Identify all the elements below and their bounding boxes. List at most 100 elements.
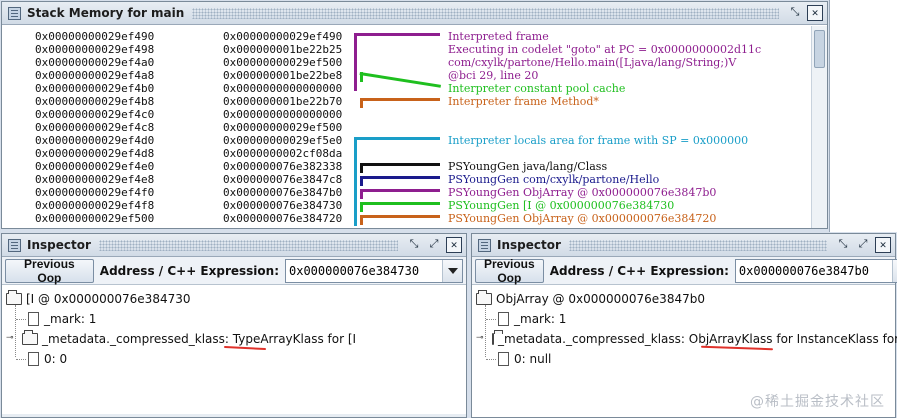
oop-tree: ObjArray @ 0x000000076e3847b0 _mark: 1 ⊸…	[472, 285, 897, 369]
scrollbar-thumb[interactable]	[814, 30, 825, 68]
folder-icon	[6, 290, 22, 305]
stack-address: 0x00000000029ef4c8	[35, 121, 155, 134]
restore-icon[interactable]: ⤡	[406, 237, 422, 253]
stack-value: 0x000000001be22b25	[223, 43, 343, 56]
inspector-titlebar[interactable]: Inspector ⤡ ⤢ ✕	[472, 234, 895, 257]
annotation-text: PSYoungGen java/lang/Class	[448, 160, 608, 173]
tree-node[interactable]: _mark: 1	[2, 309, 466, 329]
stack-address: 0x00000000029ef4d0	[35, 134, 155, 147]
class-bracket-top	[360, 163, 440, 166]
expand-handle-icon[interactable]: ⊸	[6, 333, 15, 343]
expression-label: Address / C++ Expression:	[549, 263, 729, 278]
expression-input[interactable]	[286, 259, 442, 282]
chevron-down-icon[interactable]	[891, 259, 897, 282]
file-icon	[498, 352, 509, 366]
inspector-toolbar: Previous Oop Address / C++ Expression:	[2, 257, 466, 285]
tree-node-label: 0: 0	[44, 352, 68, 366]
close-icon[interactable]: ✕	[807, 5, 823, 21]
expression-input[interactable]	[735, 259, 892, 282]
tree-node-expandable[interactable]: ⊸ _metadata._compressed_klass: ObjArrayK…	[472, 329, 897, 349]
objarray2-bracket-top	[360, 215, 440, 218]
close-icon[interactable]: ✕	[875, 237, 891, 253]
tree-node-label: ObjArray @ 0x000000076e3847b0	[496, 292, 705, 306]
chevron-down-icon[interactable]	[442, 259, 462, 282]
window-icon	[8, 238, 21, 252]
locals-bracket-top	[354, 137, 440, 140]
stack-value: 0x000000076e384730	[223, 199, 343, 212]
expression-combobox[interactable]	[734, 258, 897, 283]
stack-address: 0x00000000029ef4f8	[35, 199, 155, 212]
tree-node-label: 0: null	[514, 352, 552, 366]
stack-address: 0x00000000029ef4e8	[35, 173, 155, 186]
stack-value: 0x000000076e382338	[223, 160, 343, 173]
file-icon	[28, 312, 39, 326]
restore-icon[interactable]: ⤡	[835, 237, 851, 253]
annotation-text: PSYoungGen ObjArray @ 0x000000076e3847b0	[448, 186, 717, 199]
stack-value: 0x0000000002cf08da	[223, 147, 343, 160]
cpcache-pointer	[359, 72, 441, 88]
inspector-toolbar: Previous Oop Address / C++ Expression:	[472, 257, 897, 285]
stack-value: 0x000000076e3847c8	[223, 173, 343, 186]
file-icon	[498, 312, 509, 326]
inspector-title: Inspector	[27, 238, 91, 252]
window-icon	[8, 6, 21, 20]
maximize-icon[interactable]: ⤢	[855, 237, 871, 253]
stack-address: 0x00000000029ef498	[35, 43, 155, 56]
stack-memory-table: 0x00000000029ef490 0x00000000029ef490 0x0…	[2, 26, 811, 228]
inspector-titlebar[interactable]: Inspector ⤡ ⤢ ✕	[2, 234, 466, 257]
tree-node-label: _mark: 1	[44, 312, 97, 326]
annotation-text: Interpreter locals area for frame with S…	[448, 134, 749, 147]
previous-oop-button[interactable]: Previous Oop	[5, 257, 94, 285]
annotation-text: Interpreted frame	[448, 30, 549, 43]
annotation-text: Interpreter frame Method*	[448, 95, 599, 108]
close-icon[interactable]: ✕	[446, 237, 462, 253]
tree-node[interactable]: _mark: 1	[472, 309, 895, 329]
stack-address: 0x00000000029ef4e0	[35, 160, 155, 173]
tree-node-label: _metadata._compressed_klass: TypeArrayKl…	[42, 332, 357, 346]
expression-label: Address / C++ Expression:	[99, 263, 279, 278]
stack-memory-title: Stack Memory for main	[27, 6, 185, 20]
stack-value: 0x0000000000000000	[223, 82, 343, 95]
stack-value: 0x0000000000000000	[223, 108, 343, 121]
frame-bracket	[354, 33, 357, 91]
stack-value: 0x00000000029ef490	[223, 30, 343, 43]
background-panel	[829, 0, 897, 232]
maximize-icon[interactable]: ⤢	[426, 237, 442, 253]
annotation-text: PSYoungGen com/cxylk/partone/Hello	[448, 173, 660, 186]
stack-address: 0x00000000029ef490	[35, 30, 155, 43]
locals-bracket	[354, 137, 357, 226]
stack-address: 0x00000000029ef4d8	[35, 147, 155, 160]
expand-handle-icon[interactable]: ⊸	[476, 333, 485, 343]
folder-icon	[492, 330, 503, 345]
stack-address: 0x00000000029ef4b8	[35, 95, 155, 108]
window-icon	[478, 238, 491, 252]
inspector-panel-right: Inspector ⤡ ⤢ ✕ Previous Oop Address / C…	[471, 233, 897, 418]
previous-oop-button[interactable]: Previous Oop	[475, 257, 544, 285]
stack-value: 0x000000076e3847b0	[223, 186, 343, 199]
file-icon	[28, 352, 39, 366]
tree-node[interactable]: 0: 0	[2, 349, 466, 369]
annotation-text: @bci 29, line 20	[448, 69, 539, 82]
stack-value: 0x000000001be22be8	[223, 69, 343, 82]
stack-address: 0x00000000029ef4a8	[35, 69, 155, 82]
tree-node-label: _mark: 1	[514, 312, 567, 326]
annotation-text: com/cxylk/partone/Hello.main([Ljava/lang…	[448, 56, 737, 69]
stack-value: 0x000000001be22b70	[223, 95, 343, 108]
watermark: @稀土掘金技术社区	[750, 394, 885, 410]
stack-value: 0x00000000029ef5e0	[223, 134, 343, 147]
stack-address: 0x00000000029ef4a0	[35, 56, 155, 69]
stack-value: 0x00000000029ef500	[223, 56, 343, 69]
method-bracket-top	[360, 98, 440, 101]
tree-root-node[interactable]: ObjArray @ 0x000000076e3847b0	[472, 289, 895, 309]
folder-icon	[22, 330, 38, 345]
stack-address: 0x00000000029ef4b0	[35, 82, 155, 95]
stack-address: 0x00000000029ef500	[35, 212, 155, 225]
tree-root-node[interactable]: [I @ 0x000000076e384730	[2, 289, 466, 309]
stack-scrollbar[interactable]	[811, 26, 827, 228]
tree-node[interactable]: 0: null	[472, 349, 895, 369]
restore-icon[interactable]: ⤡	[787, 5, 803, 21]
inspector-title: Inspector	[497, 238, 561, 252]
expression-combobox[interactable]	[285, 258, 463, 283]
tree-node-label: [I @ 0x000000076e384730	[26, 292, 191, 306]
stack-memory-titlebar[interactable]: Stack Memory for main ⤡ ✕	[2, 2, 827, 25]
